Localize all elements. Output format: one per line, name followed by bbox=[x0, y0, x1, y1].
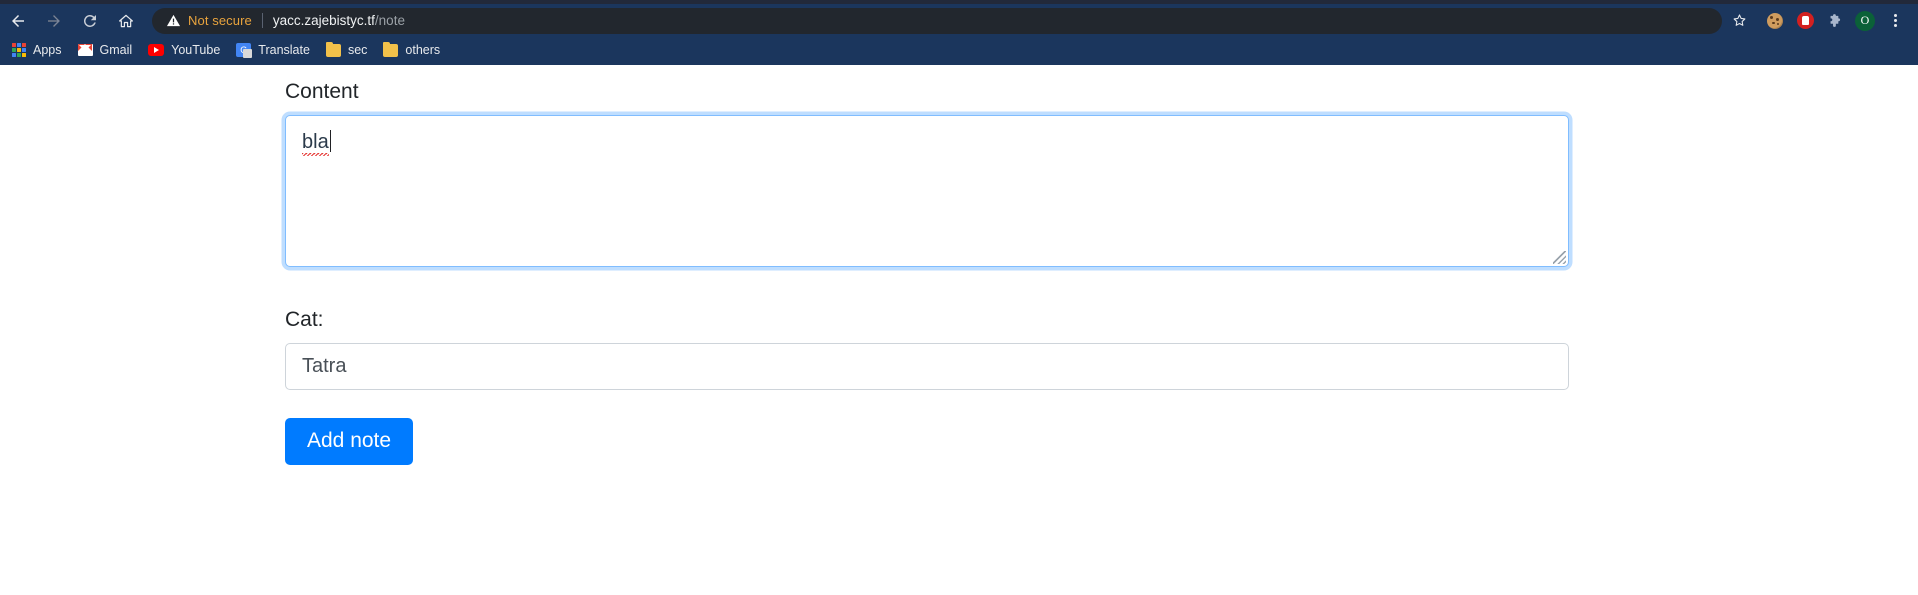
content-field-label: Content bbox=[285, 80, 359, 103]
url-host: yacc.zajebistyc.tf bbox=[272, 13, 375, 28]
extensions-button[interactable] bbox=[1820, 7, 1850, 35]
field-spacer bbox=[285, 267, 1918, 307]
youtube-icon bbox=[148, 44, 165, 56]
gmail-icon bbox=[77, 44, 93, 56]
note-form: Content bla Cat: Tatra Add note bbox=[0, 65, 1918, 465]
bookmark-label: others bbox=[405, 43, 441, 57]
cookie-extension-button[interactable] bbox=[1760, 7, 1790, 35]
profile-avatar-button[interactable]: O bbox=[1850, 7, 1880, 35]
page-content: Content bla Cat: Tatra Add note bbox=[0, 65, 1918, 595]
chrome-menu-button[interactable] bbox=[1880, 7, 1910, 35]
content-textarea-value: bla bbox=[302, 131, 329, 157]
arrow-left-icon bbox=[12, 14, 24, 27]
address-bar[interactable]: Not secure yacc.zajebistyc.tf /note bbox=[152, 7, 1722, 34]
bookmark-star-button[interactable] bbox=[1722, 7, 1756, 35]
folder-icon bbox=[383, 41, 399, 57]
toolbar-right-group: O bbox=[1722, 7, 1918, 35]
ublock-stop-hand-icon bbox=[1796, 12, 1814, 29]
browser-toolbar: Not secure yacc.zajebistyc.tf /note O bbox=[0, 4, 1918, 37]
bookmark-label: Gmail bbox=[99, 43, 133, 57]
security-status-label: Not secure bbox=[188, 13, 252, 28]
bookmark-label: Apps bbox=[33, 43, 62, 57]
warning-triangle-icon bbox=[166, 14, 181, 27]
ublock-extension-button[interactable] bbox=[1790, 7, 1820, 35]
cat-field-label: Cat: bbox=[285, 308, 324, 332]
star-icon bbox=[1733, 14, 1745, 26]
url-path: /note bbox=[374, 13, 405, 28]
bookmark-apps[interactable]: Apps bbox=[8, 39, 70, 61]
omnibox-divider bbox=[261, 13, 263, 28]
bookmark-folder-sec[interactable]: sec bbox=[322, 39, 375, 61]
cat-input[interactable]: Tatra bbox=[285, 343, 1569, 391]
bookmark-folder-others[interactable]: others bbox=[379, 39, 448, 61]
bookmark-translate[interactable]: G Translate bbox=[232, 39, 318, 61]
cookie-icon bbox=[1767, 12, 1783, 29]
bookmark-label: Translate bbox=[258, 43, 310, 57]
avatar: O bbox=[1855, 10, 1875, 31]
bookmarks-bar: Apps Gmail YouTube G Translate sec other… bbox=[0, 37, 1918, 65]
content-textarea[interactable]: bla bbox=[285, 115, 1569, 268]
reload-button[interactable] bbox=[72, 7, 108, 35]
home-icon bbox=[119, 14, 133, 27]
bookmark-gmail[interactable]: Gmail bbox=[74, 39, 141, 61]
back-button[interactable] bbox=[0, 7, 36, 35]
cat-input-value: Tatra bbox=[302, 355, 347, 378]
arrow-right-icon bbox=[48, 14, 60, 27]
add-note-button[interactable]: Add note bbox=[285, 418, 414, 465]
folder-icon bbox=[325, 41, 341, 57]
textarea-resize-handle[interactable] bbox=[1553, 251, 1566, 265]
translate-icon: G bbox=[236, 43, 253, 58]
three-dot-menu-icon bbox=[1893, 14, 1897, 27]
text-caret bbox=[329, 130, 332, 153]
browser-chrome: Not secure yacc.zajebistyc.tf /note O Ap… bbox=[0, 0, 1918, 65]
bookmark-label: YouTube bbox=[171, 43, 221, 57]
apps-grid-icon bbox=[12, 43, 26, 57]
puzzle-piece-icon bbox=[1830, 14, 1840, 27]
home-button[interactable] bbox=[108, 7, 144, 35]
bookmark-youtube[interactable]: YouTube bbox=[144, 39, 228, 61]
bookmark-label: sec bbox=[347, 43, 368, 57]
form-actions: Add note bbox=[285, 418, 1918, 465]
forward-button[interactable] bbox=[36, 7, 72, 35]
reload-icon bbox=[83, 14, 96, 27]
